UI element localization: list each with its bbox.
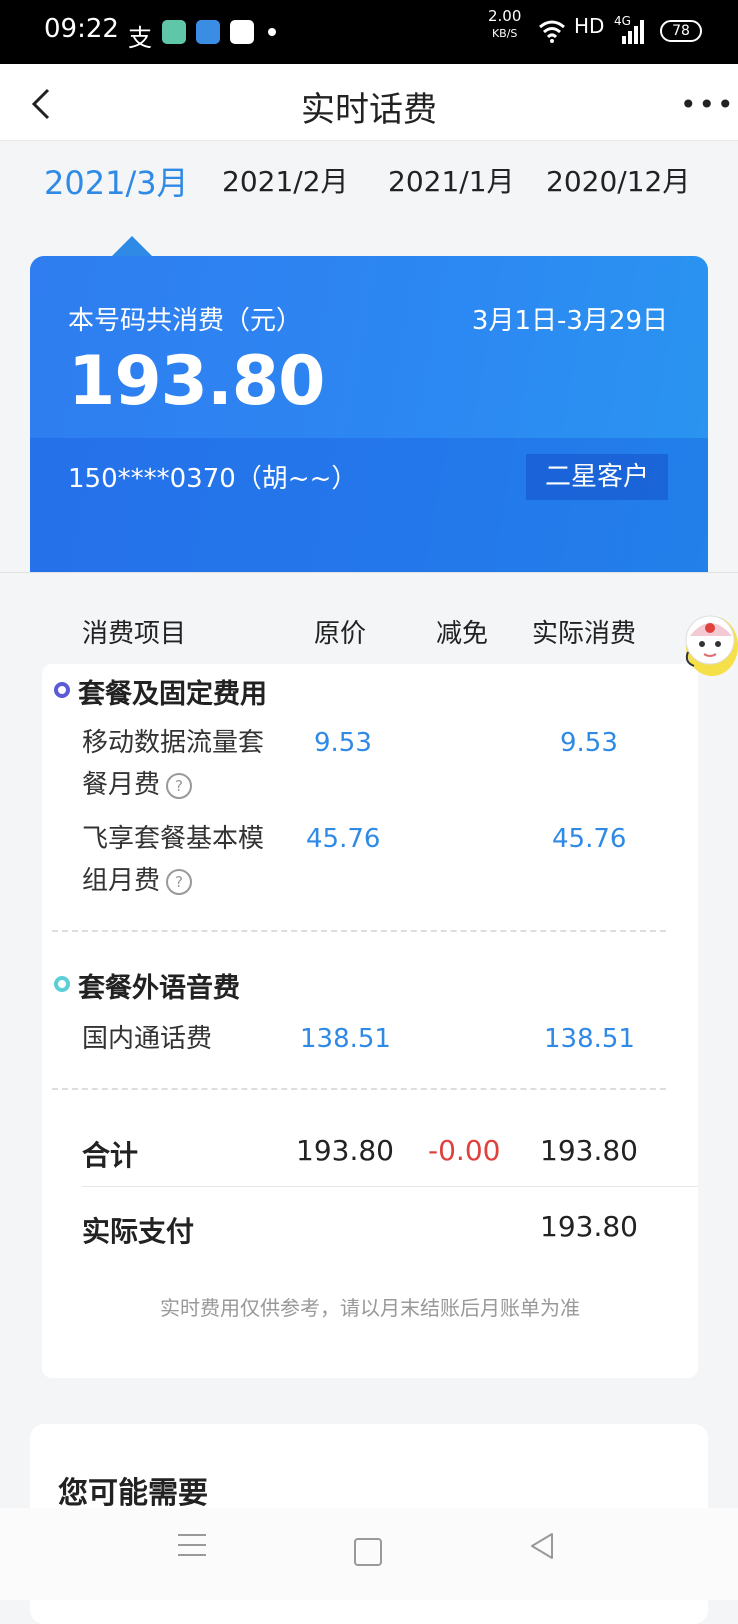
total-actual: 193.80: [540, 1134, 638, 1167]
help-icon[interactable]: ?: [166, 772, 193, 799]
assistant-avatar-icon: [685, 615, 738, 676]
total-spend-label: 本号码共消费（元）: [68, 306, 303, 336]
net-speed: 2.00 KB/S: [488, 8, 521, 42]
wifi-icon: [539, 20, 565, 43]
hd-label: HD: [574, 14, 605, 38]
total-discount: -0.00: [428, 1134, 501, 1167]
chat-app-icon: 支: [128, 24, 152, 52]
fee-item-name-line2: 组月费: [82, 866, 161, 896]
fee-item-name-line2: 餐月费: [82, 770, 161, 800]
battery-icon: 78: [660, 20, 702, 42]
net-speed-value: 2.00: [488, 7, 522, 25]
phone-number: 150****0370（胡~~）: [68, 464, 358, 494]
notification-dot-icon: [268, 28, 276, 36]
fee-item-name-line1: 飞享套餐基本模: [82, 824, 265, 854]
active-tab-indicator: [112, 236, 152, 256]
col-original: 原价: [314, 619, 367, 649]
section-divider: [52, 1088, 666, 1090]
fee-item-name: 国内通话费: [82, 1024, 213, 1054]
net-speed-unit: KB/S: [491, 27, 518, 40]
billing-period: 3月1日-3月29日: [471, 306, 668, 336]
col-discount: 减免: [436, 619, 489, 649]
blue-app-icon: [196, 20, 220, 44]
baidu-paw-icon: [230, 20, 254, 44]
section-divider: [52, 930, 666, 932]
status-bar: 09:22 支 2.00 KB/S HD 4G 78: [0, 0, 738, 64]
signal-icon: [622, 20, 644, 44]
fee-item-name-line1: 移动数据流量套: [82, 728, 265, 758]
recommendation-title: 您可能需要: [58, 1476, 208, 1511]
nav-back-icon[interactable]: [528, 1530, 556, 1562]
status-time: 09:22: [44, 14, 119, 44]
section-dot-icon: [54, 976, 70, 992]
assistant-avatar[interactable]: [680, 606, 738, 676]
customer-level-badge[interactable]: 二星客户: [526, 454, 668, 500]
payment-amount: 193.80: [540, 1210, 638, 1243]
section-title: 套餐外语音费: [78, 973, 240, 1004]
home-icon[interactable]: [354, 1538, 382, 1566]
fee-details-panel: 套餐及固定费用 移动数据流量套 餐月费? 9.53 9.53 飞享套餐基本模 组…: [42, 664, 698, 1378]
more-options-icon[interactable]: •••: [680, 88, 736, 121]
app-header: 实时话费 •••: [0, 64, 738, 141]
total-label: 合计: [82, 1139, 139, 1172]
total-original: 193.80: [296, 1134, 394, 1167]
fee-item-original: 45.76: [306, 824, 381, 854]
spending-summary-card: 本号码共消费（元） 3月1日-3月29日 193.80 150****0370（…: [30, 256, 708, 586]
page-title: 实时话费: [301, 90, 437, 130]
help-icon[interactable]: ?: [166, 868, 193, 895]
fee-item-actual: 45.76: [552, 824, 627, 854]
col-item: 消费项目: [82, 619, 187, 649]
green-app-icon: [162, 20, 186, 44]
fee-item-name: 飞享套餐基本模 组月费?: [82, 818, 282, 902]
section-dot-icon: [54, 682, 70, 698]
fee-item-actual: 138.51: [544, 1024, 635, 1054]
system-nav-bar: [0, 1508, 738, 1600]
tab-month-2021-3[interactable]: 2021/3月: [44, 158, 189, 204]
fee-item-original: 9.53: [314, 728, 372, 758]
tab-month-2021-2[interactable]: 2021/2月: [222, 160, 349, 200]
battery-level: 78: [672, 23, 690, 39]
disclaimer-note: 实时费用仅供参考，请以月末结账后月账单为准: [160, 1296, 580, 1320]
section-title: 套餐及固定费用: [78, 679, 267, 710]
tab-month-2021-1[interactable]: 2021/1月: [388, 160, 515, 200]
fee-item-name: 移动数据流量套 餐月费?: [82, 722, 282, 806]
column-header-row: 消费项目 原价 减免 实际消费: [0, 572, 738, 663]
tab-month-2020-12[interactable]: 2020/12月: [546, 160, 690, 200]
col-actual: 实际消费: [532, 619, 637, 649]
recent-apps-icon[interactable]: [178, 1534, 206, 1564]
fee-item-actual: 9.53: [560, 728, 618, 758]
total-spend-amount: 193.80: [68, 342, 325, 421]
totals-divider: [82, 1186, 698, 1187]
payment-label: 实际支付: [82, 1215, 195, 1248]
fee-item-original: 138.51: [300, 1024, 391, 1054]
